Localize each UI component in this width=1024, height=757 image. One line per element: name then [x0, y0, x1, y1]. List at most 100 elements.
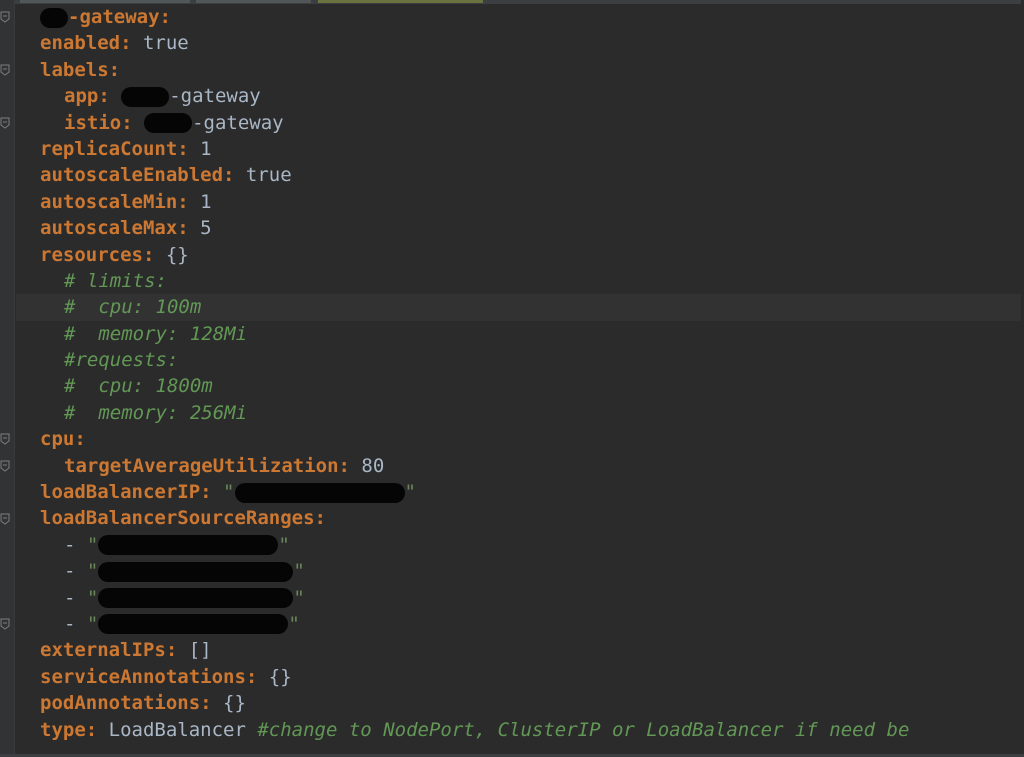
- code-token: ": [288, 612, 300, 635]
- code-token: ": [86, 560, 99, 583]
- code-line[interactable]: -gateway:: [16, 4, 1024, 30]
- code-token: ": [86, 586, 99, 609]
- code-line[interactable]: replicaCount: 1: [16, 136, 1024, 162]
- code-token: {}: [257, 665, 292, 688]
- code-line[interactable]: loadBalancerIP: " ": [16, 479, 1024, 505]
- redacted-text: [234, 482, 405, 503]
- code-token: resources:: [40, 243, 155, 266]
- code-line[interactable]: autoscaleMax: 5: [16, 215, 1024, 241]
- code-token: #requests:: [64, 349, 179, 372]
- code-token: cpu:: [40, 428, 86, 451]
- redacted-text: [121, 86, 170, 107]
- fold-marker-icon[interactable]: [0, 117, 10, 129]
- code-token: # cpu: 100m: [64, 296, 202, 319]
- code-editor[interactable]: -gateway: enabled: true labels: app: -gatew…: [0, 0, 1024, 757]
- fold-marker-icon[interactable]: [0, 11, 10, 23]
- code-line[interactable]: cpu:: [16, 426, 1024, 452]
- code-token: # cpu: 1800m: [64, 375, 213, 398]
- code-line[interactable]: - " ": [16, 585, 1024, 611]
- code-token: externalIPs:: [40, 639, 178, 662]
- code-line[interactable]: serviceAnnotations: {}: [16, 664, 1024, 690]
- code-line[interactable]: externalIPs: []: [16, 637, 1024, 663]
- code-token: replicaCount:: [40, 137, 189, 160]
- code-token: -: [64, 586, 87, 609]
- code-token: ": [293, 560, 305, 583]
- code-line[interactable]: # limits:: [16, 268, 1024, 294]
- redacted-text: [98, 535, 279, 556]
- fold-marker-icon[interactable]: [0, 433, 10, 446]
- code-token: 1: [188, 137, 212, 160]
- code-line[interactable]: # memory: 256Mi: [16, 400, 1024, 426]
- code-line[interactable]: podAnnotations: {}: [16, 690, 1024, 716]
- code-token: -: [64, 560, 87, 583]
- code-token: app:: [64, 85, 110, 108]
- code-token: -: [64, 533, 87, 556]
- code-token: serviceAnnotations:: [40, 665, 258, 688]
- code-token: loadBalancerSourceRanges:: [40, 507, 326, 530]
- code-token: istio:: [64, 111, 133, 134]
- code-line[interactable]: - " ": [16, 611, 1024, 637]
- code-line[interactable]: # cpu: 1800m: [16, 373, 1024, 399]
- code-token: loadBalancerIP:: [40, 481, 212, 504]
- redacted-text: [40, 7, 68, 28]
- code-line[interactable]: - " ": [16, 558, 1024, 584]
- code-token: 5: [188, 217, 212, 240]
- code-token: []: [177, 639, 212, 662]
- code-token: podAnnotations:: [40, 692, 212, 715]
- code-token: autoscaleEnabled:: [40, 164, 235, 187]
- code-token: autoscaleMin:: [40, 190, 189, 213]
- editor-tab-active[interactable]: [318, 0, 483, 3]
- code-token: ": [223, 481, 235, 504]
- editor-gutter: [0, 0, 14, 757]
- code-token: ": [86, 612, 99, 635]
- code-line[interactable]: labels:: [16, 57, 1024, 83]
- code-token: # memory: 128Mi: [64, 322, 248, 345]
- code-token: -gateway:: [68, 6, 171, 28]
- fold-marker-icon[interactable]: [0, 513, 10, 525]
- code-token: ": [278, 533, 290, 556]
- code-line[interactable]: - " ": [16, 532, 1024, 558]
- code-token: ": [404, 481, 416, 504]
- code-area[interactable]: -gateway: enabled: true labels: app: -gatew…: [16, 4, 1024, 743]
- editor-tab[interactable]: [196, 0, 311, 3]
- code-token: -gateway: [169, 85, 261, 108]
- editor-tab[interactable]: [20, 0, 190, 3]
- code-token: # memory: 256Mi: [64, 401, 248, 424]
- code-line[interactable]: resources: {}: [16, 242, 1024, 268]
- redacted-text: [98, 614, 289, 635]
- code-token: enabled:: [40, 32, 132, 55]
- gutter-separator: [14, 0, 15, 757]
- code-line[interactable]: # cpu: 100m: [16, 294, 1024, 321]
- fold-marker-icon[interactable]: [0, 618, 10, 630]
- code-line[interactable]: #requests:: [16, 347, 1024, 373]
- code-token: true: [131, 32, 189, 55]
- code-line[interactable]: targetAverageUtilization: 80: [16, 453, 1024, 479]
- code-token: labels:: [40, 58, 121, 81]
- code-line[interactable]: autoscaleEnabled: true: [16, 162, 1024, 188]
- code-line[interactable]: enabled: true: [16, 30, 1024, 56]
- redacted-text: [98, 588, 294, 609]
- code-token: -gateway: [192, 111, 284, 134]
- fold-marker-icon[interactable]: [0, 64, 10, 76]
- code-token: ": [293, 586, 305, 609]
- code-line[interactable]: istio: -gateway: [16, 110, 1024, 136]
- code-line[interactable]: autoscaleMin: 1: [16, 189, 1024, 215]
- fold-marker-icon[interactable]: [0, 460, 10, 472]
- code-token: 1: [188, 190, 212, 213]
- code-token: #change to NodePort, ClusterIP or LoadBa…: [257, 718, 910, 741]
- code-token: targetAverageUtilization:: [64, 454, 350, 477]
- code-token: # limits:: [64, 269, 167, 292]
- redacted-text: [144, 113, 193, 134]
- code-token: true: [234, 164, 292, 187]
- code-line[interactable]: # memory: 128Mi: [16, 321, 1024, 347]
- code-token: type:: [40, 718, 98, 741]
- code-line[interactable]: loadBalancerSourceRanges:: [16, 505, 1024, 531]
- code-token: -: [64, 612, 87, 635]
- code-token: {}: [154, 243, 189, 266]
- code-line[interactable]: type: LoadBalancer #change to NodePort, …: [16, 717, 1024, 743]
- code-token: autoscaleMax:: [40, 217, 189, 240]
- code-line[interactable]: app: -gateway: [16, 83, 1024, 109]
